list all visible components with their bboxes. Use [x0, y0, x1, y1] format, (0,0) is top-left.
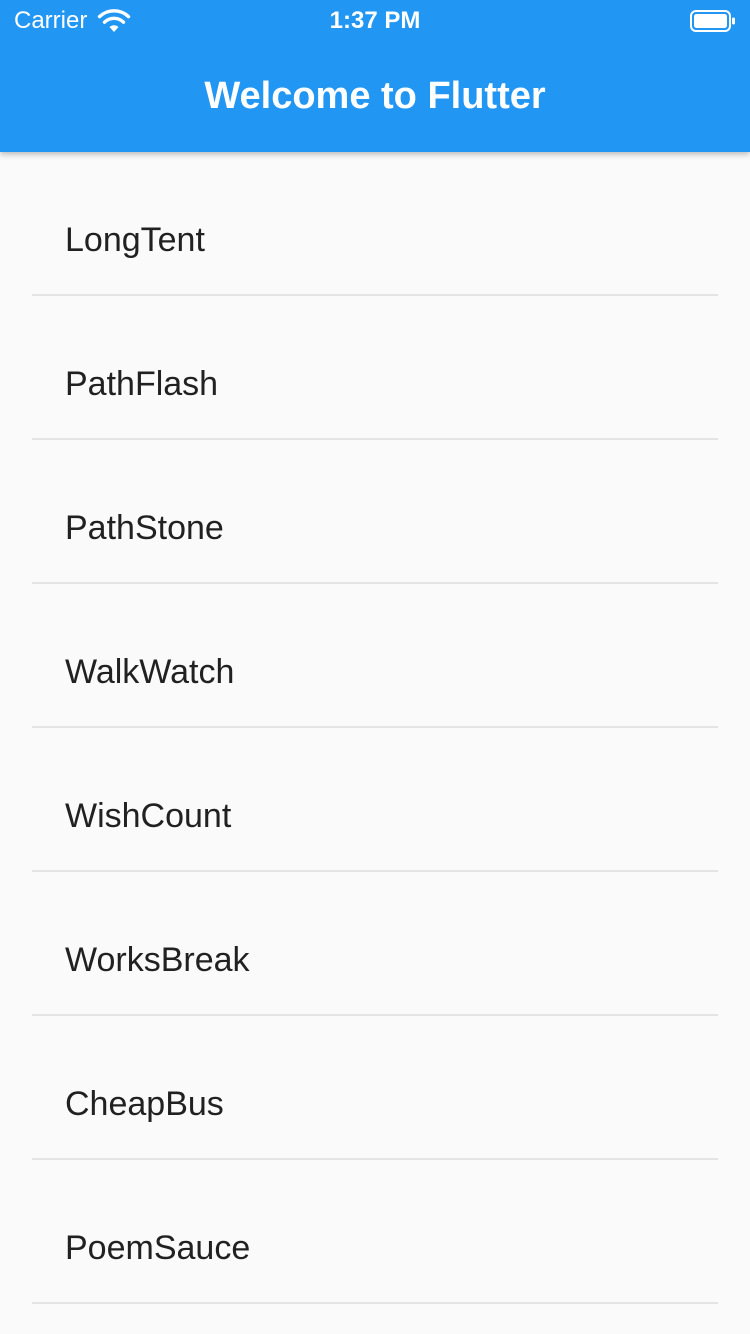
status-bar: Carrier 1:37 PM: [0, 0, 750, 40]
word-pair-list[interactable]: LongTent PathFlash PathStone WalkWatch W…: [0, 152, 750, 1304]
app-bar-title: Welcome to Flutter: [204, 75, 546, 117]
list-item-label: LongTent: [65, 221, 205, 259]
list-item[interactable]: PoemSauce: [0, 1160, 750, 1304]
list-item-label: PoemSauce: [65, 1229, 251, 1267]
status-time: 1:37 PM: [329, 7, 421, 34]
list-item[interactable]: PathStone: [0, 440, 750, 584]
list-item[interactable]: PathFlash: [0, 296, 750, 440]
list-item-label: WorksBreak: [65, 941, 250, 979]
list-item-label: PathStone: [65, 509, 224, 547]
battery-icon: [690, 10, 735, 32]
list-item-label: PathFlash: [65, 365, 219, 403]
list-item-label: WishCount: [65, 797, 232, 835]
list-item[interactable]: WalkWatch: [0, 584, 750, 728]
list-item[interactable]: WishCount: [0, 728, 750, 872]
list-item-label: WalkWatch: [65, 653, 235, 691]
list-item[interactable]: WorksBreak: [0, 872, 750, 1016]
list-item[interactable]: LongTent: [0, 152, 750, 296]
app-bar: Carrier 1:37 PM Welcome to Flutter: [0, 0, 750, 152]
divider: [32, 1302, 718, 1304]
list-item-label: CheapBus: [65, 1085, 224, 1123]
list-item[interactable]: CheapBus: [0, 1016, 750, 1160]
